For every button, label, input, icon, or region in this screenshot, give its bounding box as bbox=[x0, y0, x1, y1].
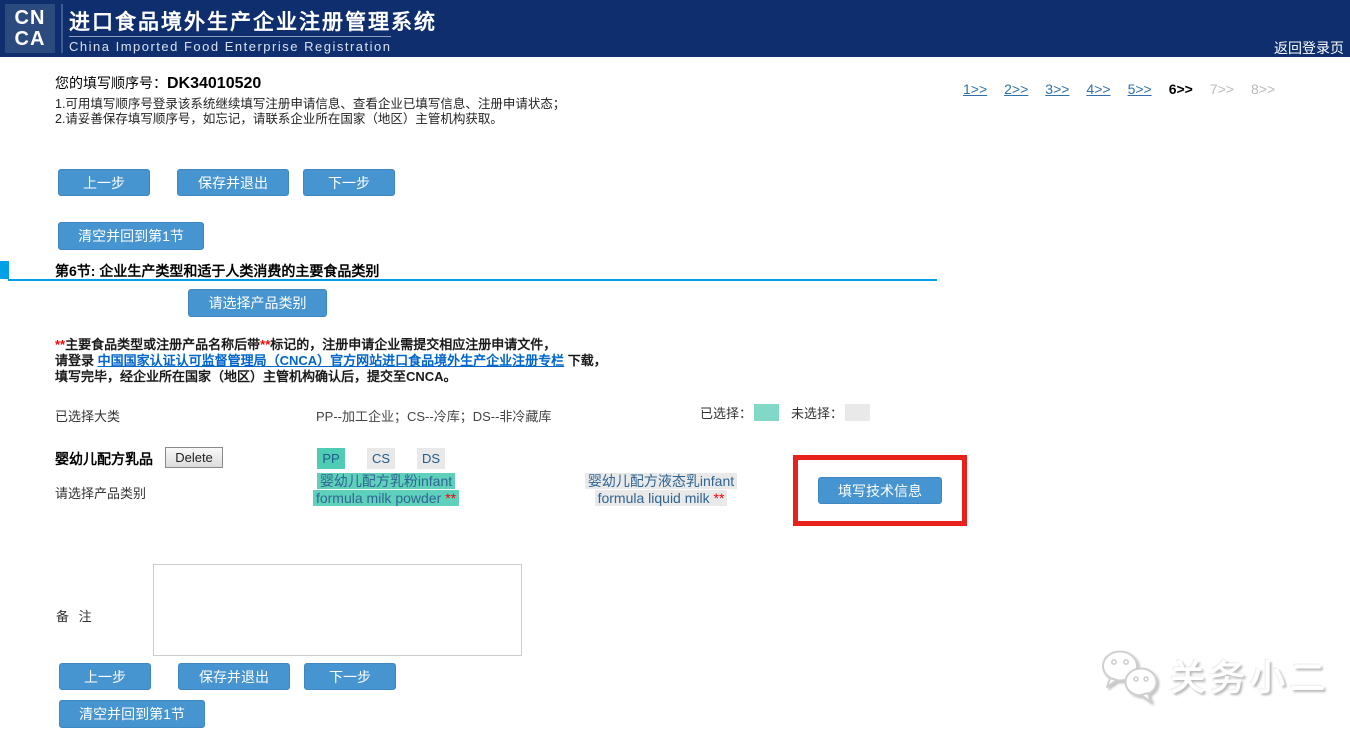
notice-line-2: 请登录 中国国家认证认可监督管理局（CNCA）官方网站进口食品境外生产企业注册专… bbox=[55, 353, 607, 369]
step-8: 8>> bbox=[1251, 81, 1275, 97]
notice-line1-text-a: 主要食品类型或注册产品名称后带 bbox=[65, 337, 260, 352]
save-exit-button-bottom[interactable]: 保存并退出 bbox=[178, 663, 290, 690]
sequence-number: DK34010520 bbox=[167, 75, 261, 92]
tag-cs[interactable]: CS bbox=[367, 448, 395, 469]
notice-block: **主要食品类型或注册产品名称后带**标记的，注册申请企业需提交相应注册申请文件… bbox=[55, 337, 607, 385]
delete-category-button[interactable]: Delete bbox=[165, 447, 223, 468]
step-2[interactable]: 2>> bbox=[1004, 81, 1028, 97]
watermark: 关务小二 bbox=[1098, 646, 1330, 704]
tag-ds[interactable]: DS bbox=[417, 448, 445, 469]
legend-swatches: 已选择： 未选择： bbox=[700, 403, 882, 422]
app-header: CN CA 进口食品境外生产企业注册管理系统 China Imported Fo… bbox=[0, 0, 1350, 57]
product-2-star: ** bbox=[714, 490, 725, 506]
notice-line2-post: 下载， bbox=[564, 353, 607, 368]
selected-category-label: 已选择大类 bbox=[55, 406, 120, 425]
notice-line1-text-b: 标记的，注册申请企业需提交相应注册申请文件， bbox=[270, 337, 556, 352]
product-2-line-1: 婴幼儿配方液态乳infant bbox=[568, 473, 754, 490]
step-6-current: 6>> bbox=[1169, 81, 1193, 97]
select-product-category-button[interactable]: 请选择产品类别 bbox=[188, 289, 327, 317]
notice-line-1: **主要食品类型或注册产品名称后带**标记的，注册申请企业需提交相应注册申请文件… bbox=[55, 337, 607, 353]
sequence-label: 您的填写顺序号： bbox=[55, 75, 167, 91]
unselected-color-swatch bbox=[845, 404, 870, 421]
section-underline bbox=[8, 279, 937, 281]
sequence-line: 您的填写顺序号：DK34010520 bbox=[55, 73, 261, 93]
step-nav: 1>> 2>> 3>> 4>> 5>> 6>> 7>> 8>> bbox=[963, 81, 1275, 97]
product-1-line-1: 婴幼儿配方乳粉infant bbox=[297, 473, 475, 490]
next-step-button-top[interactable]: 下一步 bbox=[303, 169, 395, 196]
product-infant-formula-milk-powder[interactable]: 婴幼儿配方乳粉infant formula milk powder ** bbox=[297, 473, 475, 506]
product-1-name-line2: formula milk powder ** bbox=[313, 490, 459, 506]
save-exit-button-top[interactable]: 保存并退出 bbox=[177, 169, 289, 196]
clear-return-button-top[interactable]: 清空并回到第1节 bbox=[58, 222, 204, 250]
selected-swatch-label: 已选择： bbox=[700, 403, 752, 422]
notice-star-1: ** bbox=[55, 337, 65, 352]
title-underline bbox=[69, 36, 391, 37]
cnca-website-link[interactable]: 中国国家认证认可监督管理局（CNCA）官方网站进口食品境外生产企业注册专栏 bbox=[98, 353, 565, 368]
prev-step-button-bottom[interactable]: 上一步 bbox=[59, 663, 151, 690]
remark-textarea[interactable] bbox=[153, 564, 522, 656]
prev-step-button-top[interactable]: 上一步 bbox=[58, 169, 150, 196]
step-5[interactable]: 5>> bbox=[1128, 81, 1152, 97]
select-product-label: 请选择产品类别 bbox=[55, 483, 146, 502]
product-2-line-2: formula liquid milk ** bbox=[568, 490, 754, 507]
cnca-logo-line2: CA bbox=[5, 29, 55, 50]
product-1-line-2: formula milk powder ** bbox=[297, 490, 475, 507]
app-title-zh: 进口食品境外生产企业注册管理系统 bbox=[69, 6, 437, 36]
notice-line-3: 填写完毕，经企业所在国家（地区）主管机构确认后，提交至CNCA。 bbox=[55, 369, 607, 385]
facility-type-legend: PP--加工企业；CS--冷库；DS--非冷藏库 bbox=[316, 406, 551, 425]
product-infant-formula-liquid-milk[interactable]: 婴幼儿配方液态乳infant formula liquid milk ** bbox=[568, 473, 754, 506]
next-step-button-bottom[interactable]: 下一步 bbox=[304, 663, 396, 690]
product-2-name-line2-text: formula liquid milk bbox=[598, 490, 710, 506]
product-2-name-line2: formula liquid milk ** bbox=[595, 490, 728, 506]
selected-color-swatch bbox=[754, 404, 779, 421]
step-1[interactable]: 1>> bbox=[963, 81, 987, 97]
sequence-note-2: 2.请妥善保存填写顺序号，如忘记，请联系企业所在国家（地区）主管机构获取。 bbox=[55, 108, 503, 127]
wechat-icon bbox=[1098, 646, 1162, 704]
product-1-star: ** bbox=[445, 490, 456, 506]
remark-label: 备 注 bbox=[56, 606, 95, 625]
fill-technical-info-button[interactable]: 填写技术信息 bbox=[818, 477, 942, 504]
notice-star-2: ** bbox=[260, 337, 270, 352]
cnca-logo-line1: CN bbox=[5, 8, 55, 29]
tag-pp[interactable]: PP bbox=[317, 448, 345, 469]
notice-line2-pre: 请登录 bbox=[55, 353, 98, 368]
step-3[interactable]: 3>> bbox=[1045, 81, 1069, 97]
product-1-name-line1: 婴幼儿配方乳粉infant bbox=[317, 473, 455, 489]
category-name: 婴幼儿配方乳品 bbox=[55, 449, 153, 469]
red-highlight-frame: 填写技术信息 bbox=[793, 455, 967, 526]
app-title-en: China Imported Food Enterprise Registrat… bbox=[69, 39, 391, 54]
clear-return-button-bottom[interactable]: 清空并回到第1节 bbox=[59, 700, 205, 728]
watermark-text: 关务小二 bbox=[1170, 650, 1330, 701]
product-1-name-line2-text: formula milk powder bbox=[316, 490, 441, 506]
unselected-swatch-label: 未选择： bbox=[791, 403, 843, 422]
section-marker bbox=[0, 261, 9, 279]
product-2-name-line1: 婴幼儿配方液态乳infant bbox=[585, 473, 737, 489]
back-to-login-link[interactable]: 返回登录页 bbox=[1274, 38, 1344, 58]
step-7: 7>> bbox=[1210, 81, 1234, 97]
step-4[interactable]: 4>> bbox=[1086, 81, 1110, 97]
header-divider bbox=[61, 4, 63, 53]
cnca-logo: CN CA bbox=[5, 4, 55, 53]
section-title: 第6节: 企业生产类型和适于人类消费的主要食品类别 bbox=[55, 261, 379, 281]
